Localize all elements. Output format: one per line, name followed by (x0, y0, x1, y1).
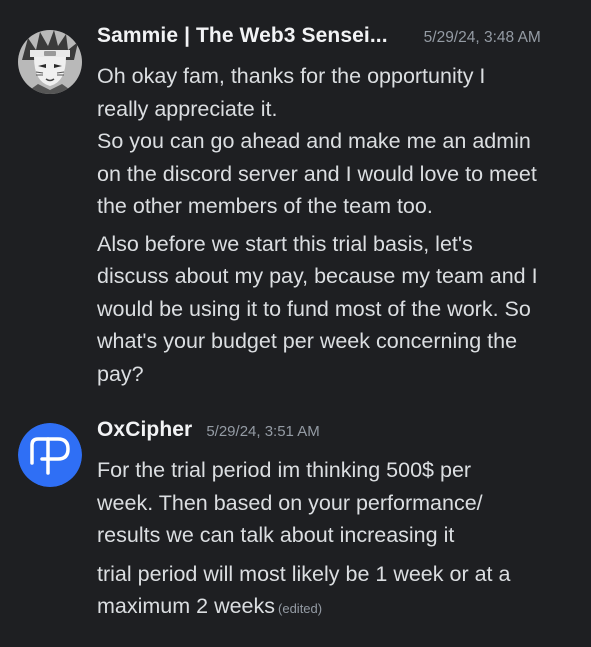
message-timestamp: 5/29/24, 3:51 AM (206, 423, 320, 440)
edited-label: (edited) (278, 601, 323, 616)
message-header: Sammie | The Web3 Sensei... 5/29/24, 3:4… (97, 24, 577, 60)
message-content: OxCipher 5/29/24, 3:51 AM For the trial … (97, 418, 577, 626)
avatar[interactable] (18, 423, 82, 487)
message-header: OxCipher 5/29/24, 3:51 AM (97, 418, 577, 454)
chat-message-list: Sammie | The Web3 Sensei... 5/29/24, 3:4… (0, 0, 591, 647)
message-paragraph: For the trial period im thinking 500$ pe… (97, 458, 483, 547)
author-name[interactable]: Sammie | The Web3 Sensei... (97, 24, 388, 48)
message-paragraph: trial period will most likely be 1 week … (97, 558, 577, 626)
message-timestamp: 5/29/24, 3:48 AM (423, 29, 541, 46)
avatar[interactable] (18, 30, 82, 94)
anime-character-avatar-icon (18, 30, 82, 94)
blue-p-logo-avatar-icon (18, 423, 82, 487)
message-paragraph: Also before we start this trial basis, l… (97, 231, 538, 386)
author-name[interactable]: OxCipher (97, 418, 192, 442)
message-paragraph: Oh okay fam, thanks for the opportunity … (97, 64, 537, 218)
message-content: Sammie | The Web3 Sensei... 5/29/24, 3:4… (97, 24, 577, 390)
